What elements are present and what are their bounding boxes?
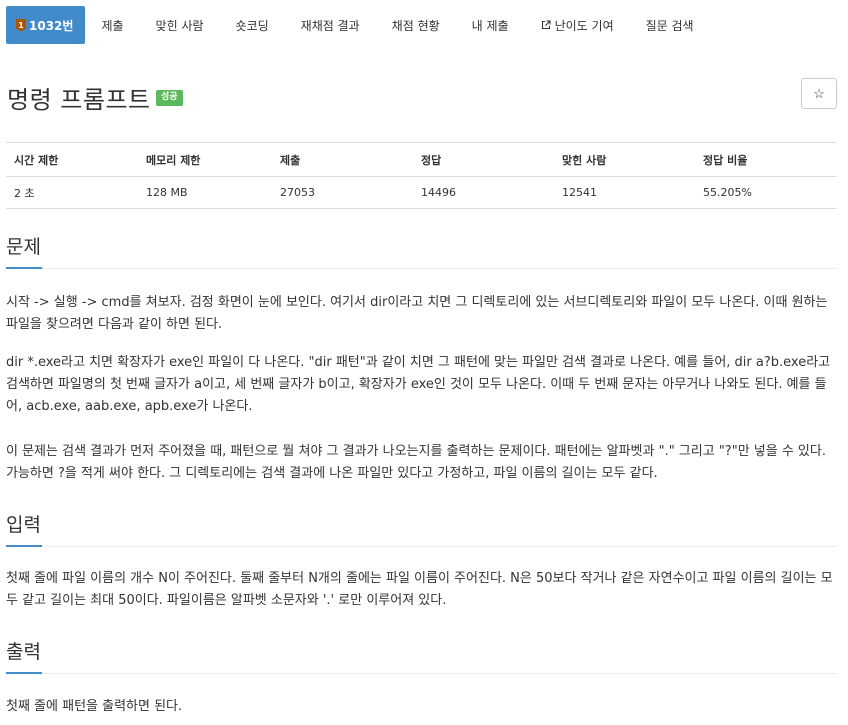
nav-difficulty-vote[interactable]: 난이도 기여 (525, 6, 630, 44)
nav-status-label: 채점 현황 (391, 18, 440, 33)
heading-underline (6, 545, 42, 547)
nav-solved-users[interactable]: 맞힌 사람 (140, 6, 220, 44)
nav-my-submissions-label: 내 제출 (471, 18, 509, 33)
problem-heading: 문제 (6, 236, 41, 258)
header-accepted: 정답 (413, 142, 554, 177)
problem-paragraph-2: dir *.exe라고 치면 확장자가 exe인 파일이 다 나온다. "dir… (6, 355, 831, 414)
problem-paragraph-1: 시작 -> 실행 -> cmd를 쳐보자. 검정 화면이 눈에 보인다. 여기서… (6, 295, 828, 332)
output-heading: 출력 (6, 641, 41, 663)
star-icon: ☆ (813, 85, 825, 101)
favorite-button[interactable]: ☆ (801, 78, 837, 109)
cell-memory-limit: 128 MB (138, 176, 272, 209)
cell-accept-ratio: 55.205% (695, 176, 837, 209)
nav-submit[interactable]: 제출 (85, 6, 139, 44)
input-paragraph: 첫째 줄에 파일 이름의 개수 N이 주어진다. 둘째 줄부터 N개의 줄에는 … (6, 571, 833, 608)
header-time-limit: 시간 제한 (6, 142, 138, 177)
title-row: 명령 프롬프트 성공 ☆ (6, 78, 837, 118)
header-solved-users: 맞힌 사람 (554, 142, 695, 177)
cell-accepted: 14496 (413, 176, 554, 209)
problem-menu: 1 1032번 제출 맞힌 사람 숏코딩 재채점 결과 채점 현황 내 제출 난… (6, 6, 710, 44)
status-badge: 성공 (156, 90, 183, 106)
problem-info-table: 시간 제한 메모리 제한 제출 정답 맞힌 사람 정답 비율 2 초 128 M… (6, 142, 837, 209)
problem-id-label: 1032번 (29, 18, 74, 33)
table-header-row: 시간 제한 메모리 제한 제출 정답 맞힌 사람 정답 비율 (6, 142, 837, 177)
header-memory-limit: 메모리 제한 (138, 142, 272, 177)
nav-rejudge[interactable]: 재채점 결과 (285, 6, 376, 44)
header-accept-ratio: 정답 비율 (695, 142, 837, 177)
nav-question-search-label: 질문 검색 (645, 18, 694, 33)
output-section-header: 출력 (6, 638, 837, 674)
nav-my-submissions[interactable]: 내 제출 (456, 6, 525, 44)
nav-question-search[interactable]: 질문 검색 (630, 6, 710, 44)
external-link-icon (541, 20, 551, 30)
nav-short-coding-label: 숏코딩 (235, 18, 269, 33)
tier-icon: 1 (16, 18, 26, 32)
cell-time-limit: 2 초 (6, 176, 138, 209)
nav-rejudge-label: 재채점 결과 (300, 18, 360, 33)
nav-short-coding[interactable]: 숏코딩 (220, 6, 285, 44)
cell-solved-users: 12541 (554, 176, 695, 209)
page-title: 명령 프롬프트 (7, 86, 151, 114)
problem-section-header: 문제 (6, 233, 837, 269)
header-submissions: 제출 (272, 142, 413, 177)
nav-status[interactable]: 채점 현황 (376, 6, 456, 44)
heading-underline (6, 672, 42, 674)
nav-submit-label: 제출 (101, 18, 124, 33)
nav-difficulty-vote-label: 난이도 기여 (554, 18, 614, 33)
table-row: 2 초 128 MB 27053 14496 12541 55.205% (6, 176, 837, 209)
tier-digit: 1 (18, 20, 24, 30)
input-heading: 입력 (6, 514, 41, 536)
cell-submissions: 27053 (272, 176, 413, 209)
nav-solved-users-label: 맞힌 사람 (155, 18, 204, 33)
heading-underline (6, 267, 42, 269)
problem-paragraph-3: 이 문제는 검색 결과가 먼저 주어졌을 때, 패턴으로 뭘 쳐야 그 결과가 … (6, 444, 826, 481)
input-section-header: 입력 (6, 511, 837, 547)
nav-problem-id[interactable]: 1 1032번 (6, 6, 86, 44)
output-paragraph: 첫째 줄에 패턴을 출력하면 된다. (6, 699, 183, 714)
